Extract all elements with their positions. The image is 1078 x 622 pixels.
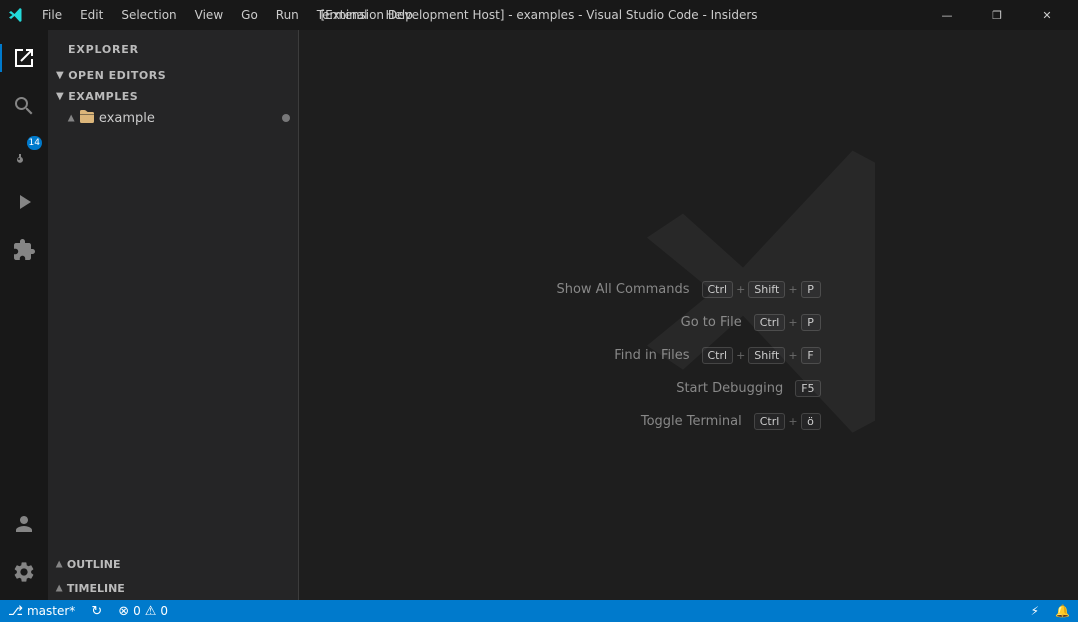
sidebar-bottom-panels: ▶ Outline ▶ Timeline xyxy=(48,552,298,600)
menu-go[interactable]: Go xyxy=(233,6,266,24)
activity-account[interactable] xyxy=(0,500,48,548)
branch-name: master* xyxy=(27,604,75,618)
statusbar-errors[interactable]: ⊗ 0 ⚠ 0 xyxy=(110,600,176,622)
menu-selection[interactable]: Selection xyxy=(113,6,184,24)
error-icon: ⊗ xyxy=(118,604,129,619)
outline-label: Outline xyxy=(67,558,121,571)
tree-item-example[interactable]: ▶ example xyxy=(48,107,298,129)
error-count: 0 xyxy=(133,604,141,618)
open-editors-chevron-icon: ▼ xyxy=(56,70,64,81)
statusbar-notifications[interactable]: 🔔 xyxy=(1047,604,1078,618)
timeline-panel-header[interactable]: ▶ Timeline xyxy=(48,576,298,600)
activity-bar-bottom xyxy=(0,500,48,600)
outline-chevron-icon: ▶ xyxy=(54,561,64,568)
examples-label: Examples xyxy=(68,90,138,103)
main-layout: 14 Explorer xyxy=(0,30,1078,600)
menu-file[interactable]: File xyxy=(34,6,70,24)
vscode-logo-icon xyxy=(8,7,24,23)
activity-settings[interactable] xyxy=(0,548,48,596)
activity-extensions[interactable] xyxy=(0,226,48,274)
window-title: [Extension Development Host] - examples … xyxy=(320,8,757,22)
folder-icon xyxy=(79,108,95,128)
window-controls: — ❐ ✕ xyxy=(924,0,1070,30)
notification-icon: 🔔 xyxy=(1055,604,1070,618)
menu-run[interactable]: Run xyxy=(268,6,307,24)
statusbar-remote[interactable]: ⚡ xyxy=(1023,604,1047,618)
statusbar-branch[interactable]: ⎇ master* xyxy=(0,600,83,622)
modified-dot xyxy=(282,114,290,122)
source-control-badge: 14 xyxy=(27,136,42,150)
examples-chevron-icon: ▼ xyxy=(56,91,64,102)
open-editors-section[interactable]: ▼ Open Editors xyxy=(48,65,298,86)
vscode-watermark-icon xyxy=(629,133,929,437)
activity-search[interactable] xyxy=(0,82,48,130)
outline-panel-header[interactable]: ▶ Outline xyxy=(48,552,298,576)
branch-icon: ⎇ xyxy=(8,604,23,619)
examples-section[interactable]: ▼ Examples xyxy=(48,86,298,107)
open-editors-label: Open Editors xyxy=(68,69,166,82)
minimize-button[interactable]: — xyxy=(924,0,970,30)
example-chevron-icon: ▶ xyxy=(66,115,76,122)
titlebar: File Edit Selection View Go Run Terminal… xyxy=(0,0,1078,30)
timeline-chevron-icon: ▶ xyxy=(54,585,64,592)
tree-item-label: example xyxy=(99,111,155,126)
activity-bar: 14 xyxy=(0,30,48,600)
statusbar: ⎇ master* ↻ ⊗ 0 ⚠ 0 ⚡ 🔔 xyxy=(0,600,1078,622)
activity-explorer[interactable] xyxy=(0,34,48,82)
sync-icon: ↻ xyxy=(91,604,102,619)
warning-count: 0 xyxy=(160,604,168,618)
menu-view[interactable]: View xyxy=(187,6,231,24)
maximize-button[interactable]: ❐ xyxy=(974,0,1020,30)
remote-icon: ⚡ xyxy=(1031,604,1039,618)
sidebar: Explorer ▼ Open Editors ▼ Examples ▶ exa… xyxy=(48,30,298,600)
editor-area: Show All Commands Ctrl + Shift + P Go to… xyxy=(299,30,1078,600)
menu-edit[interactable]: Edit xyxy=(72,6,111,24)
sidebar-title: Explorer xyxy=(48,30,298,65)
timeline-label: Timeline xyxy=(67,582,125,595)
activity-source-control[interactable]: 14 xyxy=(0,130,48,178)
warning-icon: ⚠ xyxy=(145,604,157,619)
statusbar-right: ⚡ 🔔 xyxy=(1023,604,1078,618)
statusbar-sync[interactable]: ↻ xyxy=(83,600,110,622)
close-button[interactable]: ✕ xyxy=(1024,0,1070,30)
activity-run[interactable] xyxy=(0,178,48,226)
